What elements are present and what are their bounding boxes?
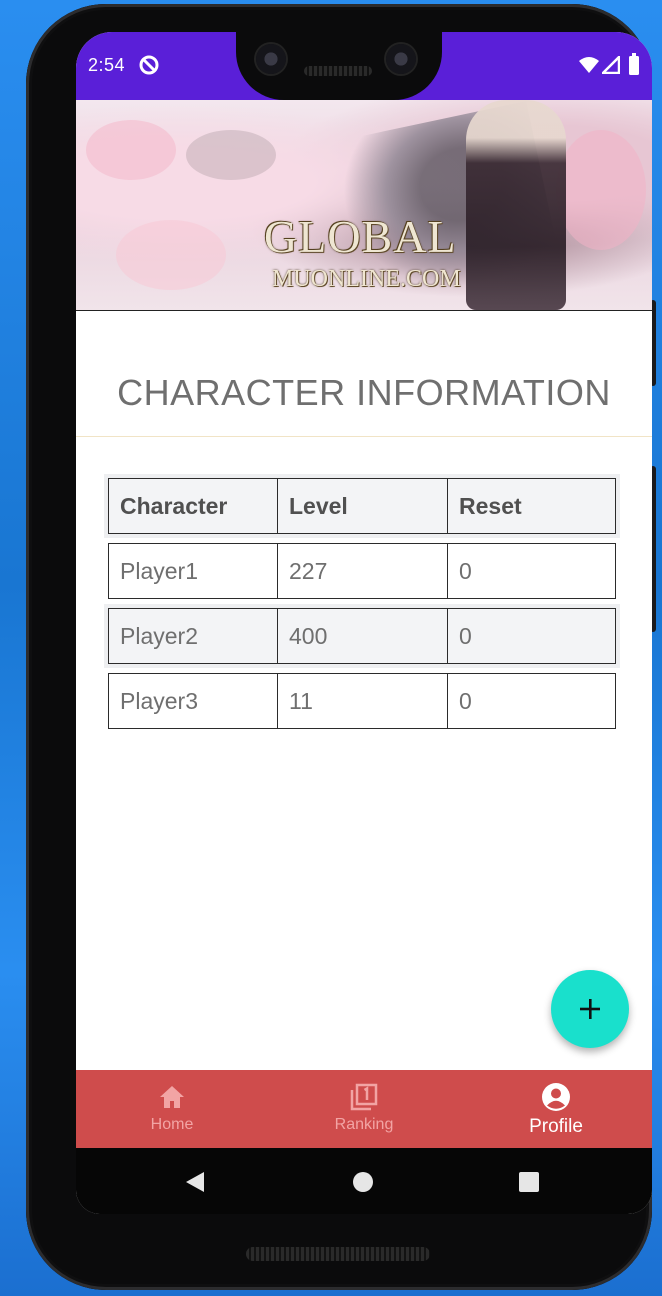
profile-icon	[542, 1083, 570, 1111]
sync-icon	[139, 55, 159, 75]
cell-level: 400	[277, 608, 448, 664]
column-header-level: Level	[277, 478, 448, 534]
nav-item-home[interactable]: Home	[76, 1070, 268, 1148]
table-row: Player3 11 0	[108, 673, 616, 729]
home-circle-icon[interactable]	[352, 1171, 374, 1193]
nav-label-home: Home	[150, 1116, 194, 1133]
cell-character: Player1	[108, 543, 278, 599]
cell-character: Player3	[108, 673, 278, 729]
column-header-reset: Reset	[447, 478, 616, 534]
table-header-row: Character Level Reset	[108, 478, 616, 534]
cell-level: 11	[277, 673, 448, 729]
screen: 2:54 GLOBAL MUONLINE.COM CHARACTER INFOR…	[76, 32, 652, 1214]
earpiece-speaker	[304, 66, 372, 76]
cell-reset: 0	[447, 608, 616, 664]
title-divider	[76, 436, 652, 437]
plus-icon	[580, 999, 600, 1019]
camera-notch	[236, 26, 442, 100]
table-row: Player1 227 0	[108, 543, 616, 599]
cell-reset: 0	[447, 673, 616, 729]
front-camera-left	[256, 44, 286, 74]
back-icon[interactable]	[184, 1170, 206, 1194]
signal-icon	[602, 56, 620, 74]
table-row: Player2 400 0	[108, 608, 616, 664]
system-navigation-bar	[76, 1148, 652, 1214]
add-fab-button[interactable]	[551, 970, 629, 1048]
cell-character: Player2	[108, 608, 278, 664]
banner-logo-title: GLOBAL	[264, 211, 457, 262]
banner-character-art	[466, 100, 566, 310]
banner-logo-subtitle: MUONLINE.COM	[272, 266, 461, 292]
cell-reset: 0	[447, 543, 616, 599]
page-title: CHARACTER INFORMATION	[117, 372, 611, 413]
ranking-icon	[350, 1083, 378, 1111]
column-header-character: Character	[108, 478, 278, 534]
wifi-icon	[579, 57, 599, 73]
battery-icon	[629, 53, 639, 75]
bottom-speaker	[246, 1247, 430, 1261]
cell-level: 227	[277, 543, 448, 599]
phone-frame: 2:54 GLOBAL MUONLINE.COM CHARACTER INFOR…	[26, 4, 656, 1290]
nav-item-profile[interactable]: Profile	[460, 1070, 652, 1148]
status-time: 2:54	[88, 55, 126, 75]
game-banner: GLOBAL MUONLINE.COM	[76, 100, 652, 311]
nav-label-ranking: Ranking	[334, 1116, 394, 1133]
front-camera-right	[386, 44, 416, 74]
home-icon	[160, 1086, 184, 1108]
recents-icon[interactable]	[519, 1172, 539, 1192]
nav-label-profile: Profile	[529, 1116, 583, 1137]
bottom-navigation: Home Ranking Profile	[76, 1070, 652, 1148]
nav-item-ranking[interactable]: Ranking	[268, 1070, 460, 1148]
